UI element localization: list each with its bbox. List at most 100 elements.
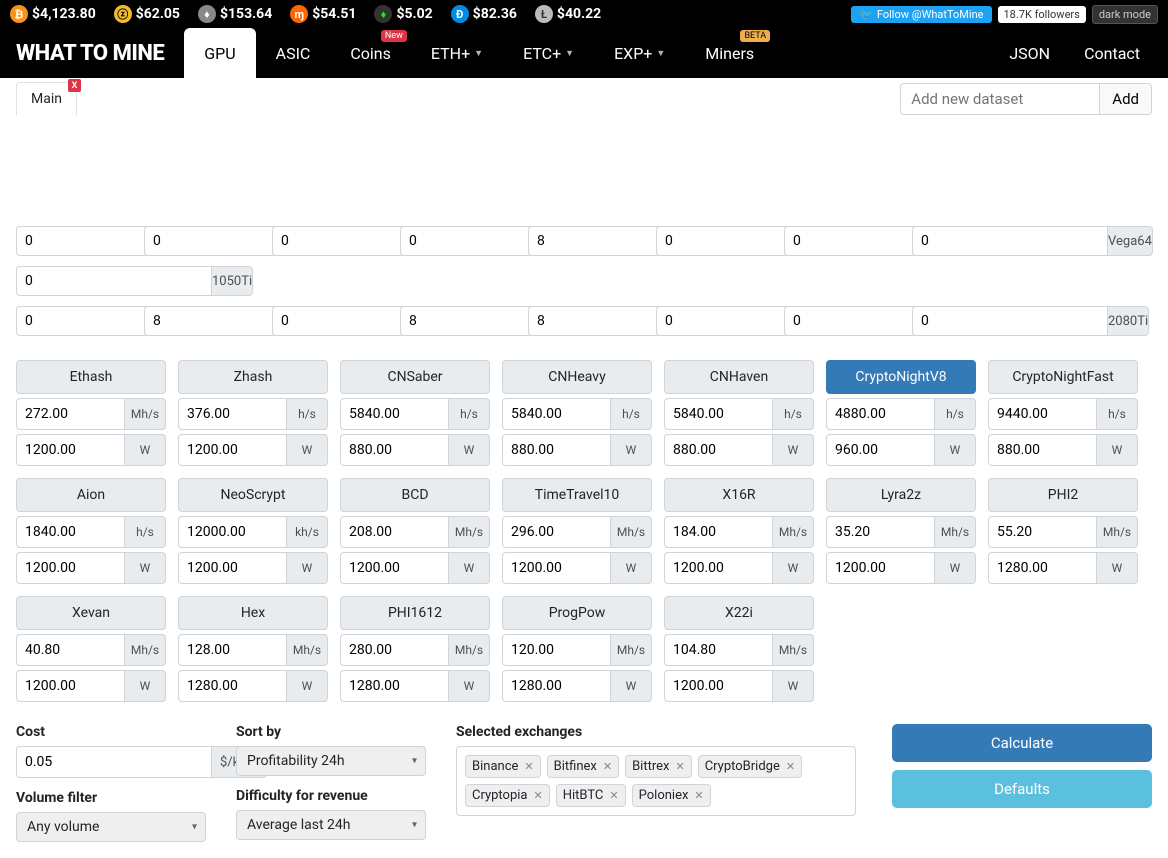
ticker-dash[interactable]: Đ$82.36 — [451, 5, 517, 23]
hashrate-input[interactable] — [502, 398, 610, 430]
gpu-count-input[interactable] — [912, 306, 1107, 336]
remove-icon[interactable]: ✕ — [609, 789, 618, 802]
exchange-tag[interactable]: CryptoBridge✕ — [698, 755, 802, 778]
ticker-btc[interactable]: ₿$4,123.80 — [10, 5, 96, 23]
hashrate-input[interactable] — [826, 398, 934, 430]
power-input[interactable] — [16, 434, 124, 466]
nav-contact[interactable]: Contact — [1072, 44, 1152, 63]
nav-asic[interactable]: ASIC — [256, 28, 331, 78]
nav-etc[interactable]: ETC+▼ — [503, 28, 594, 78]
remove-icon[interactable]: ✕ — [534, 789, 543, 802]
dataset-input[interactable] — [900, 83, 1100, 115]
hashrate-input[interactable] — [16, 398, 124, 430]
remove-icon[interactable]: ✕ — [786, 760, 795, 773]
gpu-label-button[interactable]: Vega64 — [1107, 226, 1153, 256]
hashrate-input[interactable] — [178, 398, 286, 430]
hashrate-input[interactable] — [664, 516, 772, 548]
dark-mode-button[interactable]: dark mode — [1092, 5, 1158, 24]
hashrate-input[interactable] — [502, 516, 610, 548]
hashrate-input[interactable] — [16, 516, 124, 548]
hashrate-input[interactable] — [340, 516, 448, 548]
defaults-button[interactable]: Defaults — [892, 770, 1152, 808]
algo-header-button[interactable]: PHI2 — [988, 478, 1138, 512]
power-input[interactable] — [988, 434, 1096, 466]
ticker-zec[interactable]: ⓩ$62.05 — [114, 5, 180, 23]
ticker-ltc[interactable]: Ł$40.22 — [535, 5, 601, 23]
hashrate-input[interactable] — [664, 398, 772, 430]
nav-json[interactable]: JSON — [997, 44, 1062, 63]
algo-header-button[interactable]: CNSaber — [340, 360, 490, 394]
power-input[interactable] — [16, 670, 124, 702]
power-input[interactable] — [664, 434, 772, 466]
hashrate-input[interactable] — [340, 634, 448, 666]
power-input[interactable] — [340, 434, 448, 466]
logo[interactable]: WHAT TO MINE — [16, 41, 164, 66]
algo-header-button[interactable]: Zhash — [178, 360, 328, 394]
hashrate-input[interactable] — [988, 516, 1096, 548]
gpu-count-input[interactable] — [912, 226, 1107, 256]
twitter-follow-button[interactable]: 🐦Follow @WhatToMine — [851, 6, 991, 23]
power-input[interactable] — [826, 434, 934, 466]
power-input[interactable] — [988, 552, 1096, 584]
algo-header-button[interactable]: Aion — [16, 478, 166, 512]
gpu-label-button[interactable]: 1050Ti — [211, 266, 253, 296]
algo-header-button[interactable]: CNHaven — [664, 360, 814, 394]
gpu-count-input[interactable] — [16, 266, 211, 296]
exchanges-box[interactable]: Binance✕ Bitfinex✕ Bittrex✕ CryptoBridge✕ Cr… — [456, 746, 856, 816]
remove-icon[interactable]: ✕ — [675, 760, 684, 773]
volume-select[interactable]: Any volume — [16, 812, 206, 842]
hashrate-input[interactable] — [988, 398, 1096, 430]
power-input[interactable] — [502, 434, 610, 466]
power-input[interactable] — [178, 434, 286, 466]
hashrate-input[interactable] — [16, 634, 124, 666]
algo-header-button[interactable]: X22i — [664, 596, 814, 630]
power-input[interactable] — [340, 552, 448, 584]
algo-header-button[interactable]: Xevan — [16, 596, 166, 630]
nav-eth[interactable]: ETH+▼ — [411, 28, 503, 78]
hashrate-input[interactable] — [826, 516, 934, 548]
nav-coins[interactable]: CoinsNew — [330, 28, 411, 78]
exchange-tag[interactable]: Binance✕ — [465, 755, 541, 778]
power-input[interactable] — [16, 552, 124, 584]
add-dataset-button[interactable]: Add — [1100, 83, 1152, 115]
nav-exp[interactable]: EXP+▼ — [594, 28, 685, 78]
hashrate-input[interactable] — [178, 516, 286, 548]
cost-input[interactable] — [16, 746, 211, 778]
ticker-etc[interactable]: ♦$5.02 — [374, 5, 432, 23]
sort-select[interactable]: Profitability 24h — [236, 746, 426, 776]
hashrate-input[interactable] — [664, 634, 772, 666]
algo-header-button[interactable]: CryptoNightV8 — [826, 360, 976, 394]
algo-header-button[interactable]: Lyra2z — [826, 478, 976, 512]
power-input[interactable] — [826, 552, 934, 584]
remove-icon[interactable]: ✕ — [603, 760, 612, 773]
hashrate-input[interactable] — [340, 398, 448, 430]
power-input[interactable] — [664, 552, 772, 584]
power-input[interactable] — [502, 670, 610, 702]
hashrate-input[interactable] — [502, 634, 610, 666]
algo-header-button[interactable]: TimeTravel10 — [502, 478, 652, 512]
algo-header-button[interactable]: Hex — [178, 596, 328, 630]
algo-header-button[interactable]: CNHeavy — [502, 360, 652, 394]
difficulty-select[interactable]: Average last 24h — [236, 810, 426, 840]
exchange-tag[interactable]: Bitfinex✕ — [547, 755, 619, 778]
power-input[interactable] — [502, 552, 610, 584]
power-input[interactable] — [340, 670, 448, 702]
remove-icon[interactable]: ✕ — [694, 789, 703, 802]
hashrate-input[interactable] — [178, 634, 286, 666]
twitter-followers[interactable]: 18.7K followers — [998, 6, 1086, 23]
close-icon[interactable]: X — [68, 79, 81, 92]
ticker-eth[interactable]: ♦$153.64 — [198, 5, 272, 23]
exchange-tag[interactable]: Poloniex✕ — [632, 784, 711, 807]
remove-icon[interactable]: ✕ — [524, 760, 533, 773]
exchange-tag[interactable]: Bittrex✕ — [625, 755, 692, 778]
calculate-button[interactable]: Calculate — [892, 724, 1152, 762]
nav-miners[interactable]: MinersBETA — [685, 28, 774, 78]
algo-header-button[interactable]: NeoScrypt — [178, 478, 328, 512]
algo-header-button[interactable]: CryptoNightFast — [988, 360, 1138, 394]
algo-header-button[interactable]: BCD — [340, 478, 490, 512]
algo-header-button[interactable]: PHI1612 — [340, 596, 490, 630]
nav-gpu[interactable]: GPU — [184, 28, 255, 78]
exchange-tag[interactable]: Cryptopia✕ — [465, 784, 550, 807]
algo-header-button[interactable]: Ethash — [16, 360, 166, 394]
tab-main[interactable]: Main X — [16, 82, 77, 115]
